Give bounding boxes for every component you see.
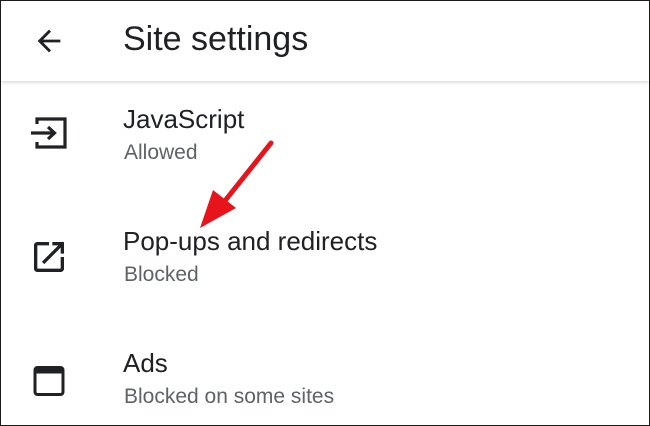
web-asset-icon [27, 359, 71, 403]
open-in-new-icon [27, 235, 71, 279]
arrow-back-icon [37, 29, 61, 53]
setting-status: Allowed [124, 141, 198, 164]
page-title: Site settings [123, 20, 309, 58]
setting-title: Ads [123, 348, 168, 378]
setting-row-javascript[interactable]: JavaScript Allowed [1, 81, 649, 191]
setting-title: JavaScript [123, 104, 245, 134]
javascript-icon [27, 111, 71, 155]
setting-status: Blocked on some sites [124, 385, 335, 408]
back-button[interactable] [25, 17, 73, 65]
setting-status: Blocked [124, 263, 199, 286]
setting-title: Pop-ups and redirects [123, 226, 378, 256]
app-bar: Site settings [1, 1, 649, 81]
setting-row-popups[interactable]: Pop-ups and redirects Blocked [1, 203, 649, 313]
setting-row-ads[interactable]: Ads Blocked on some sites [1, 325, 649, 425]
screen-frame: Site settings JavaScript Allowed Pop-ups [0, 0, 650, 426]
